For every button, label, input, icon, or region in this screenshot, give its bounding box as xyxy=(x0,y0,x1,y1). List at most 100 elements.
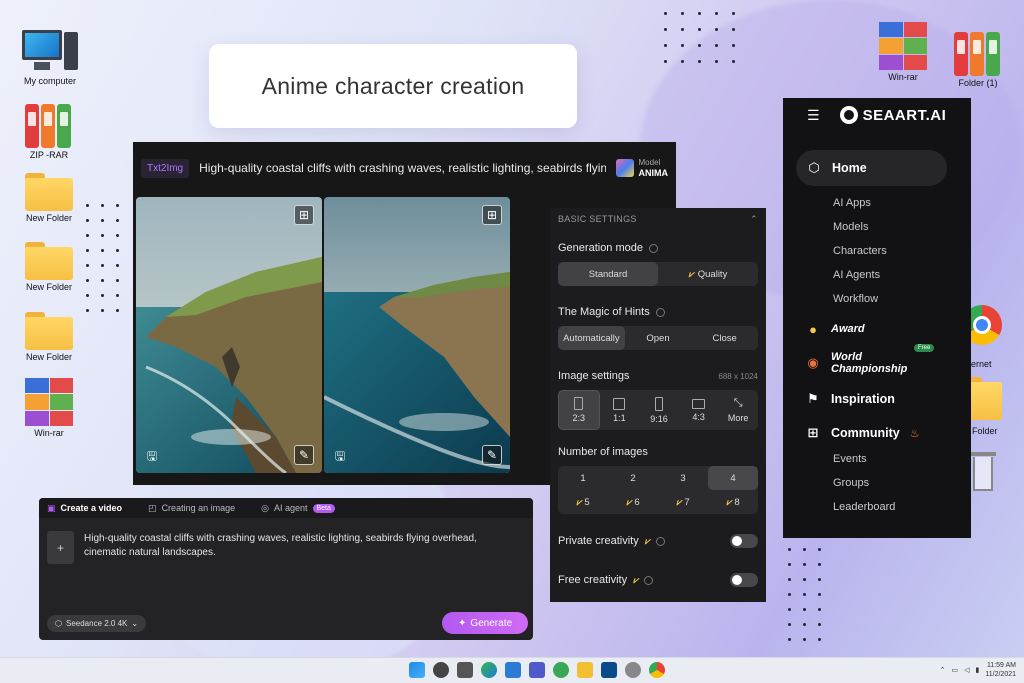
model-selector[interactable]: Model ANIMA xyxy=(615,158,668,178)
hints-open-button[interactable]: Open xyxy=(625,326,692,350)
free-creativity-toggle[interactable] xyxy=(730,573,758,587)
tab-ai-agent[interactable]: ◎ AI agent Beta xyxy=(261,503,335,514)
ratio-4-3-button[interactable]: 4:3 xyxy=(679,390,719,430)
image-icon: ◰ xyxy=(148,502,157,513)
ratio-2-3-button[interactable]: 2:3 xyxy=(558,390,600,430)
ratio-more-button[interactable]: ⤡ More xyxy=(718,390,758,430)
sparkle-icon: ✦ xyxy=(457,617,467,629)
app-icon[interactable] xyxy=(601,662,617,678)
tab-create-video[interactable]: ▣ Create a video xyxy=(47,503,122,514)
dot-pattern xyxy=(86,204,119,312)
count-8-button[interactable]: ⩗ 8 xyxy=(708,490,758,514)
count-4-button[interactable]: 4 xyxy=(708,466,758,490)
collapse-icon[interactable]: ⌃ xyxy=(750,214,758,225)
number-of-images-selector: 1 2 3 4 ⩗ 5 ⩗ 6 ⩗ 7 ⩗ 8 xyxy=(558,466,758,514)
sidebar-item-events[interactable]: Events xyxy=(783,447,971,471)
desktop-icon-new-folder[interactable]: New Folder xyxy=(14,312,84,362)
start-icon[interactable] xyxy=(409,662,425,678)
expand-icon[interactable]: ⊞ xyxy=(482,205,502,225)
beta-badge: Beta xyxy=(312,503,335,513)
menu-icon[interactable]: ☰ xyxy=(807,107,820,124)
sidebar-item-models[interactable]: Models xyxy=(783,215,971,239)
resize-icon: ⤡ xyxy=(733,397,743,409)
generated-image-1[interactable]: ⊞ 🖫 ✎ xyxy=(136,197,322,473)
mode-tag[interactable]: Txt2Img xyxy=(141,158,190,178)
hints-automatically-button[interactable]: Automatically xyxy=(558,326,625,350)
mode-standard-button[interactable]: Standard xyxy=(558,262,658,286)
sidebar-item-characters[interactable]: Characters xyxy=(783,239,971,263)
battery-icon[interactable]: ▮ xyxy=(976,666,980,674)
sidebar-item-home[interactable]: ⬡ Home xyxy=(796,150,947,186)
desktop-icon-new-folder[interactable]: New Folder xyxy=(14,242,84,292)
aspect-ratio-selector: 2:3 1:1 9:16 4:3 ⤡ More xyxy=(558,390,758,430)
edge-icon[interactable] xyxy=(481,662,497,678)
prompt-text[interactable]: High-quality coastal cliffs with crashin… xyxy=(199,161,605,175)
sidebar-item-workflow[interactable]: Workflow xyxy=(783,287,971,311)
desktop-icon-label: Win-rar xyxy=(888,72,918,82)
info-icon[interactable] xyxy=(655,307,665,317)
count-5-button[interactable]: ⩗ 5 xyxy=(558,490,608,514)
chevron-down-icon: ⌄ xyxy=(131,619,139,628)
desktop-icon-win-rar[interactable]: Win-rar xyxy=(14,378,84,438)
folder-icon[interactable] xyxy=(966,377,1002,421)
video-prompt-input[interactable]: High-quality coastal cliffs with crashin… xyxy=(84,532,521,560)
binders-icon xyxy=(25,100,73,148)
recycle-bin-icon[interactable] xyxy=(970,448,996,492)
expand-icon[interactable]: ⊞ xyxy=(294,205,314,225)
teams-icon[interactable] xyxy=(529,662,545,678)
count-1-button[interactable]: 1 xyxy=(558,466,608,490)
add-media-button[interactable]: + xyxy=(47,531,74,564)
chrome-icon[interactable] xyxy=(649,662,665,678)
info-icon[interactable] xyxy=(649,243,658,253)
sidebar-item-ai-agents[interactable]: AI Agents xyxy=(783,263,971,287)
sidebar-item-leaderboard[interactable]: Leaderboard xyxy=(783,495,971,519)
number-of-images-label: Number of images xyxy=(558,446,648,458)
settings-header: BASIC SETTINGS xyxy=(558,214,637,224)
count-6-button[interactable]: ⩗ 6 xyxy=(608,490,658,514)
settings-icon[interactable] xyxy=(625,662,641,678)
sidebar-item-world-championship[interactable]: ◉ World Championship xyxy=(783,351,971,375)
dot-pattern xyxy=(788,548,821,641)
private-creativity-toggle[interactable] xyxy=(730,534,758,548)
store-icon[interactable] xyxy=(505,662,521,678)
network-icon[interactable]: ▭ xyxy=(952,666,959,674)
edit-icon[interactable]: ✎ xyxy=(482,445,502,465)
count-3-button[interactable]: 3 xyxy=(658,466,708,490)
desktop-icon-folder-1[interactable]: Folder (1) xyxy=(943,28,1013,88)
hints-toggle: Automatically Open Close xyxy=(558,326,758,350)
generated-image-2[interactable]: ⊞ 🖫 ✎ xyxy=(324,197,510,473)
save-icon[interactable]: 🖫 xyxy=(330,447,350,467)
mode-quality-button[interactable]: ⩗ Quality xyxy=(658,262,758,286)
sidebar-item-ai-apps[interactable]: AI Apps xyxy=(783,191,971,215)
desktop-icon-zip-rar[interactable]: ZIP -RAR xyxy=(14,100,84,160)
ratio-9-16-button[interactable]: 9:16 xyxy=(639,390,679,430)
video-model-selector[interactable]: ⬡ Seedance 2.0 4K ⌄ xyxy=(47,615,147,632)
ratio-1-1-button[interactable]: 1:1 xyxy=(600,390,640,430)
clock[interactable]: 11:59 AM 11/2/2021 xyxy=(985,661,1016,679)
desktop-icon-win-rar[interactable]: Win-rar xyxy=(868,22,938,82)
sidebar-item-award[interactable]: ● Award xyxy=(783,321,971,337)
explorer-icon[interactable] xyxy=(577,662,593,678)
chevron-up-icon[interactable]: ⌃ xyxy=(940,666,946,674)
save-icon[interactable]: 🖫 xyxy=(142,447,162,467)
count-2-button[interactable]: 2 xyxy=(608,466,658,490)
gift-icon: ⊞ xyxy=(807,425,819,440)
desktop-icon-my-computer[interactable]: My computer xyxy=(15,28,85,86)
info-icon[interactable] xyxy=(644,575,654,585)
camera-icon[interactable] xyxy=(457,662,473,678)
brand-logo[interactable]: SEAART.AI xyxy=(839,106,947,124)
volume-icon[interactable]: ◁ xyxy=(964,666,969,674)
info-icon[interactable] xyxy=(655,536,665,546)
tab-creating-image[interactable]: ◰ Creating an image xyxy=(148,503,235,514)
sidebar-item-groups[interactable]: Groups xyxy=(783,471,971,495)
sidebar-item-inspiration[interactable]: ⚑ Inspiration xyxy=(783,391,971,407)
app-icon[interactable] xyxy=(553,662,569,678)
edit-icon[interactable]: ✎ xyxy=(294,445,314,465)
desktop-icon-new-folder[interactable]: New Folder xyxy=(14,173,84,223)
sidebar-item-community[interactable]: ⊞ Community ♨ xyxy=(783,425,971,441)
search-icon[interactable] xyxy=(433,662,449,678)
generate-button[interactable]: ✦ Generate xyxy=(442,612,528,634)
count-7-button[interactable]: ⩗ 7 xyxy=(658,490,708,514)
globe-icon: ◉ xyxy=(807,355,819,370)
hints-close-button[interactable]: Close xyxy=(691,326,758,350)
